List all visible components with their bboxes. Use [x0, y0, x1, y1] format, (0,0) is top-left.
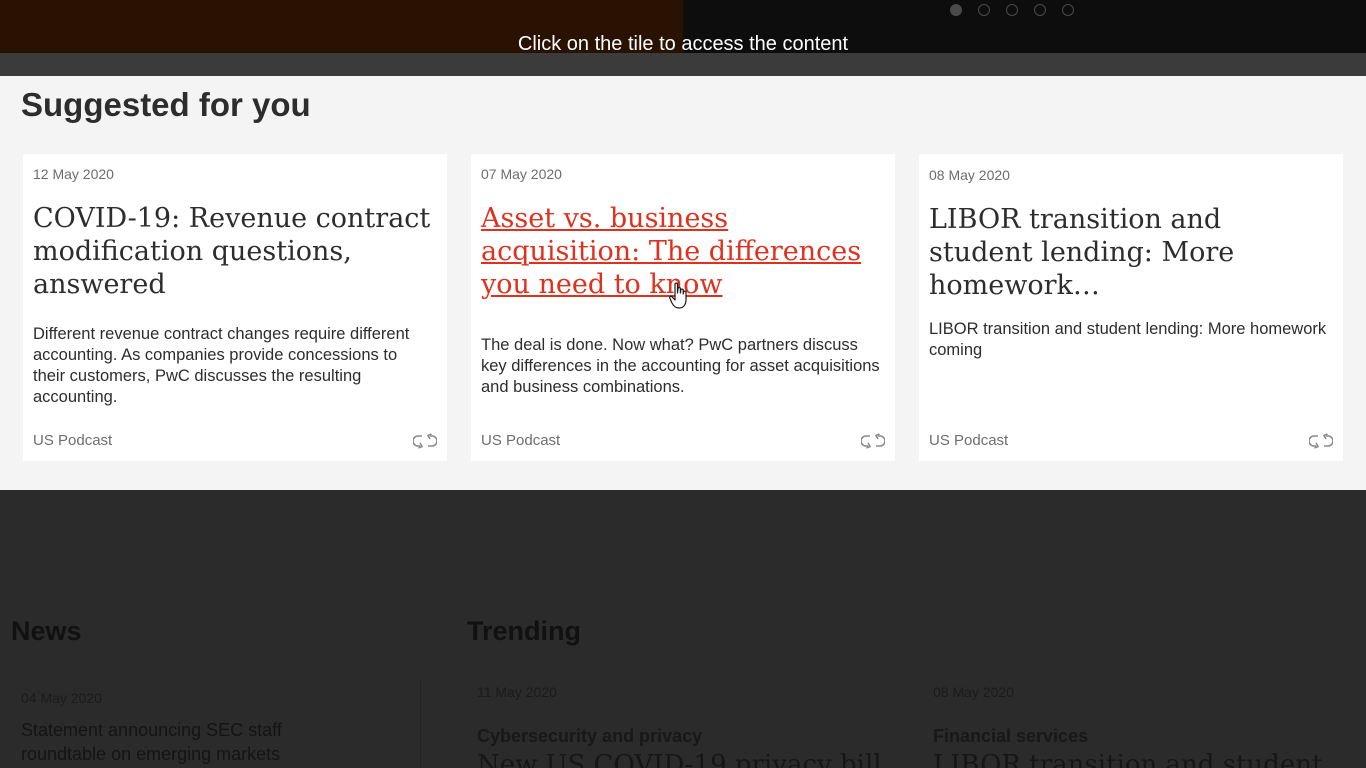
suggested-card[interactable]: 08 May 2020 LIBOR transition and student… [919, 154, 1343, 461]
news-item-text[interactable]: Statement announcing SEC staff roundtabl… [21, 718, 341, 766]
card-date: 12 May 2020 [33, 166, 114, 182]
trending-category: Cybersecurity and privacy [477, 726, 703, 746]
suggested-card[interactable]: 12 May 2020 COVID-19: Revenue contract m… [23, 154, 447, 461]
news-date: 04 May 2020 [21, 690, 102, 706]
trending-date: 08 May 2020 [933, 684, 1014, 700]
card-description: LIBOR transition and student lending: Mo… [929, 320, 1327, 359]
card-title[interactable]: LIBOR transition and student lending: Mo… [929, 203, 1329, 302]
card-description: Different revenue contract changes requi… [33, 325, 410, 406]
share-icon[interactable] [861, 433, 885, 449]
card-tag: US Podcast [33, 432, 113, 449]
share-icon[interactable] [413, 433, 437, 449]
carousel-dot-3[interactable] [1006, 4, 1018, 16]
dimmed-content: News 04 May 2020 Statement announcing SE… [0, 490, 1366, 768]
trending-title: Trending [467, 616, 581, 646]
overlay-band [0, 53, 1366, 76]
card-date: 08 May 2020 [929, 167, 1010, 183]
card-description: The deal is done. Now what? PwC partners… [481, 336, 880, 396]
card-date: 07 May 2020 [481, 166, 562, 182]
carousel-dot-2[interactable] [978, 4, 990, 16]
trending-item-title[interactable]: LIBOR transition and student [933, 750, 1322, 768]
trending-item-title[interactable]: New US COVID-19 privacy bill [477, 750, 882, 768]
section-divider [420, 680, 421, 768]
card-tag: US Podcast [481, 432, 561, 449]
trending-date: 11 May 2020 [477, 684, 557, 700]
carousel-dot-4[interactable] [1034, 4, 1046, 16]
card-tag: US Podcast [929, 432, 1009, 449]
carousel-dots [950, 4, 1074, 16]
hero-banner: Click on the tile to access the content [0, 0, 1366, 55]
news-title: News [11, 616, 82, 646]
suggested-title: Suggested for you [21, 86, 311, 123]
carousel-dot-5[interactable] [1062, 4, 1074, 16]
carousel-dot-1[interactable] [950, 4, 962, 16]
share-icon[interactable] [1309, 433, 1333, 449]
hand-cursor-icon [669, 282, 687, 309]
trending-category: Financial services [933, 726, 1089, 746]
card-title[interactable]: COVID-19: Revenue contract modification … [33, 202, 433, 301]
